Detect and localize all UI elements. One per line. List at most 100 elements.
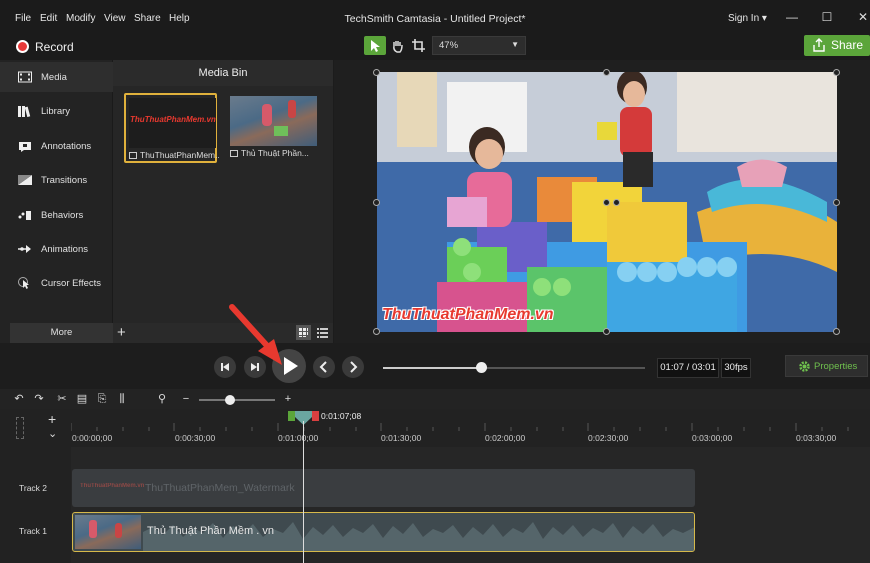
copy-icon[interactable]: ▤: [76, 393, 88, 405]
playback-controls: 01:07 / 03:01 30fps Properties: [0, 304, 870, 389]
sidebar-item-behaviors[interactable]: Behaviors: [0, 200, 113, 230]
previous-marker-icon[interactable]: [313, 356, 335, 378]
resize-handle[interactable]: [833, 199, 840, 206]
sidebar-item-label: Behaviors: [41, 210, 84, 221]
close-icon[interactable]: ✕: [854, 10, 870, 26]
zoom-value: 47%: [439, 40, 459, 51]
media-caption: ThuThuatPhanMem...: [129, 150, 219, 160]
sidebar-item-transitions[interactable]: Transitions: [0, 165, 113, 195]
redo-icon[interactable]: ↷: [33, 393, 45, 405]
scrubber-handle[interactable]: [476, 362, 487, 373]
resize-handle[interactable]: [373, 69, 380, 76]
share-button[interactable]: Share: [804, 35, 870, 56]
sidebar-item-label: Annotations: [41, 141, 92, 152]
minimize-icon[interactable]: —: [783, 10, 801, 26]
resize-handle[interactable]: [603, 69, 610, 76]
sidebar-item-animations[interactable]: Animations: [0, 234, 113, 264]
timeline-zoom-handle[interactable]: [225, 395, 235, 405]
media-bin-panel: Media Bin ThuThuatPhanMem.vn ThuThuatPha…: [113, 60, 333, 343]
menu-modify[interactable]: Modify: [66, 13, 95, 24]
pan-hand-icon[interactable]: [386, 36, 408, 55]
thumbnail-logo: ThuThuatPhanMem.vn: [130, 115, 216, 124]
maximize-icon[interactable]: ☐: [818, 10, 836, 26]
resize-handle[interactable]: [833, 328, 840, 335]
zoom-search-icon: ⚲: [157, 393, 167, 405]
media-item-video[interactable]: Thủ Thuật Phần...: [227, 93, 320, 163]
more-button[interactable]: More: [10, 323, 113, 343]
tick-label: 0:00:00;00: [72, 433, 113, 443]
grid-view-icon[interactable]: [296, 325, 311, 340]
properties-button[interactable]: Properties: [785, 355, 868, 377]
media-caption: Thủ Thuật Phần...: [230, 148, 320, 158]
chevron-down-icon: ▼: [511, 40, 519, 49]
media-bin-title: Media Bin: [113, 60, 333, 86]
media-thumbnail: [230, 96, 317, 146]
tick-label: 0:02:30;00: [588, 433, 629, 443]
annotation-arrow-icon: [229, 304, 282, 365]
menu-share[interactable]: Share: [134, 13, 161, 24]
sidebar-item-library[interactable]: Library: [0, 96, 113, 126]
zoom-out-icon[interactable]: −: [180, 393, 192, 405]
resize-handle[interactable]: [373, 199, 380, 206]
menu-edit[interactable]: Edit: [40, 13, 57, 24]
undo-icon[interactable]: ↶: [13, 393, 25, 405]
tick-label: 0:03:00;00: [692, 433, 733, 443]
media-item-watermark[interactable]: ThuThuatPhanMem.vn ThuThuatPhanMem...: [124, 93, 219, 163]
track-label: Track 2: [19, 483, 48, 493]
ruler-ticks: [71, 423, 849, 431]
sidebar-item-label: Cursor Effects: [41, 278, 102, 289]
zoom-in-icon[interactable]: +: [282, 393, 294, 405]
menu-help[interactable]: Help: [169, 13, 190, 24]
record-button[interactable]: Record: [35, 40, 74, 54]
title-bar: File Edit Modify View Share Help TechSmi…: [0, 0, 870, 36]
tick-label: 0:01:30;00: [381, 433, 422, 443]
list-view-icon[interactable]: [315, 325, 330, 340]
cursor-icon: [18, 277, 29, 289]
resize-handle[interactable]: [603, 328, 610, 335]
scrubber-progress: [383, 367, 481, 369]
magnet-icon[interactable]: [16, 417, 24, 439]
resize-handle[interactable]: [833, 69, 840, 76]
center-handle[interactable]: [603, 199, 610, 206]
collapse-tracks-icon[interactable]: ⌄: [48, 427, 57, 440]
zoom-dropdown[interactable]: 47% ▼: [432, 36, 526, 55]
main-toolbar: Record 47% ▼ Share: [0, 35, 870, 60]
clip-label: ThuThuatPhanMem_Watermark: [145, 482, 295, 494]
sidebar-item-cursor-effects[interactable]: Cursor Effects: [0, 268, 113, 298]
paste-icon[interactable]: ⎘: [96, 393, 108, 405]
timeline-zoom-slider[interactable]: [199, 399, 275, 401]
out-marker[interactable]: [312, 411, 319, 421]
next-marker-icon[interactable]: [342, 356, 364, 378]
in-marker[interactable]: [288, 411, 295, 421]
media-bin-footer: +: [113, 323, 333, 343]
sidebar-item-annotations[interactable]: Annotations: [0, 131, 113, 161]
menu-file[interactable]: File: [15, 13, 31, 24]
sidebar-item-label: Animations: [41, 244, 88, 255]
sign-in-button[interactable]: Sign In ▾: [728, 13, 767, 24]
add-track-icon[interactable]: +: [48, 411, 56, 427]
playhead-line: [303, 421, 304, 563]
rotate-handle[interactable]: [613, 199, 620, 206]
timeline-clip-watermark[interactable]: ThuThuatPhanMem.vn ThuThuatPhanMem_Water…: [72, 469, 695, 507]
sidebar-item-media[interactable]: Media: [0, 62, 113, 92]
tick-label: 0:00:30;00: [175, 433, 216, 443]
clip-label: Thủ Thuật Phần Mềm . vn: [147, 525, 274, 537]
properties-label: Properties: [814, 361, 858, 372]
tick-label: 0:02:00;00: [485, 433, 526, 443]
timeline-ruler[interactable]: 0:00:00;00 0:00:30;00 0:01:00;00 0:01:30…: [71, 409, 870, 447]
split-icon[interactable]: ⫼: [116, 393, 128, 405]
share-label: Share: [831, 38, 864, 52]
record-icon[interactable]: [16, 40, 29, 53]
time-display: 01:07 / 03:01: [657, 358, 719, 378]
cut-icon[interactable]: ✂: [56, 393, 68, 405]
timeline: + ⌄ 0:00:00;00 0:00:30;00 0:01:00;00 0:0…: [0, 409, 870, 563]
select-arrow-icon[interactable]: [364, 36, 386, 55]
behavior-icon: [18, 211, 31, 220]
annotation-icon: [19, 142, 31, 152]
menu-view[interactable]: View: [104, 13, 126, 24]
transition-icon: [18, 175, 32, 185]
timeline-clip-video[interactable]: Thủ Thuật Phần Mềm . vn: [72, 512, 695, 552]
crop-icon[interactable]: [407, 36, 429, 55]
resize-handle[interactable]: [373, 328, 380, 335]
add-media-icon[interactable]: +: [117, 324, 126, 341]
